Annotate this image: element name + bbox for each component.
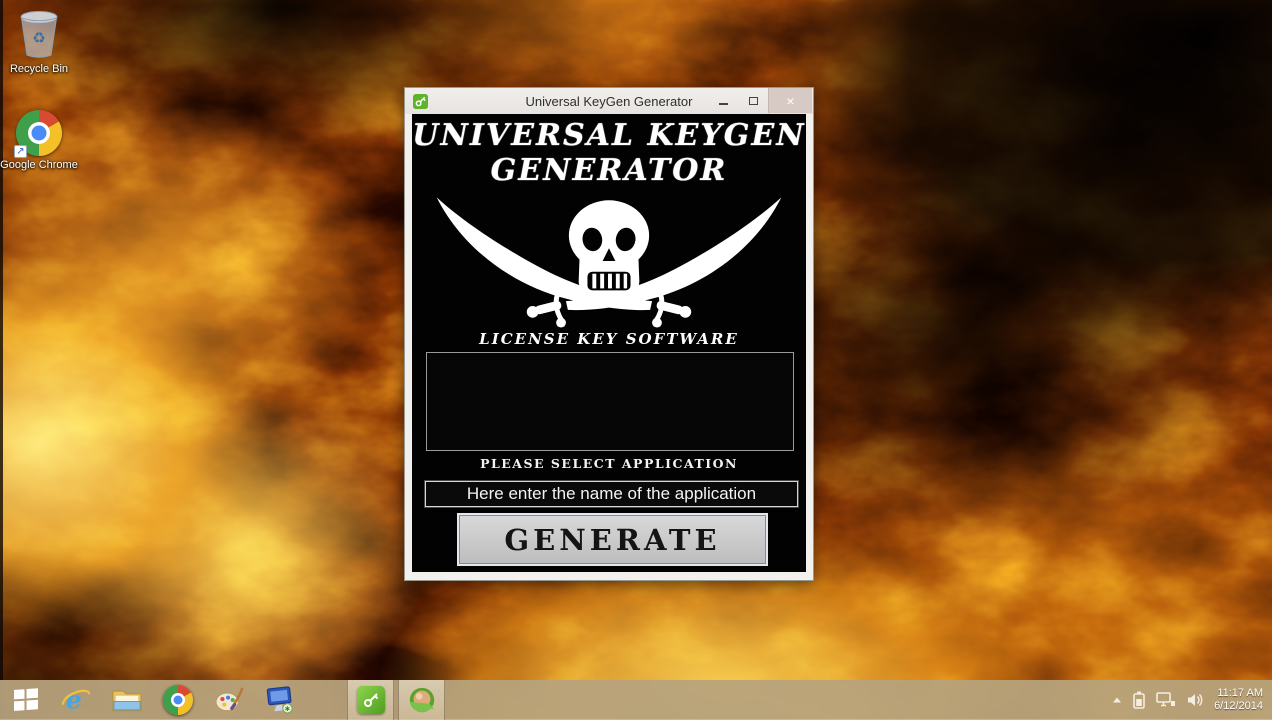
key-output-box[interactable]	[426, 352, 794, 451]
internet-explorer-icon: e	[61, 685, 90, 714]
titlebar[interactable]: Universal KeyGen Generator ×	[405, 88, 813, 114]
computer-icon: ✱	[266, 686, 293, 714]
shortcut-arrow-icon: ↗	[14, 145, 27, 158]
screen-edge-artifact	[0, 0, 3, 720]
file-explorer-icon	[111, 690, 142, 712]
volume-icon[interactable]	[1187, 692, 1203, 708]
minimize-icon	[718, 103, 728, 105]
taskbar-clock[interactable]: 11:17 AM 6/12/2014	[1214, 687, 1263, 713]
taskbar-item-computer[interactable]: ✱	[256, 680, 303, 720]
generate-button[interactable]: GENERATE	[459, 515, 766, 564]
pirate-skull-crossed-swords-icon	[436, 197, 782, 328]
taskbar-item-download-manager[interactable]	[398, 680, 445, 720]
taskbar-item-internet-explorer[interactable]: e	[52, 680, 99, 720]
taskbar-item-file-explorer[interactable]	[103, 680, 150, 720]
maximize-icon	[748, 96, 758, 105]
download-manager-icon	[409, 687, 434, 713]
keygen-heading: UNIVERSAL KEYGEN GENERATOR	[412, 118, 806, 188]
select-application-label: PLEASE SELECT APPLICATION	[480, 456, 738, 471]
desktop-icon-label: Google Chrome	[0, 159, 78, 171]
minimize-button[interactable]	[708, 88, 738, 113]
close-button[interactable]: ×	[768, 88, 812, 113]
recycle-bin-icon: ♻	[20, 11, 58, 58]
keygen-app-icon	[356, 686, 385, 714]
svg-text:♻: ♻	[32, 29, 45, 47]
svg-text:e: e	[65, 685, 81, 714]
google-chrome-icon	[162, 685, 193, 715]
battery-icon[interactable]	[1133, 691, 1145, 709]
chrome-icon: ↗	[14, 110, 62, 158]
desktop-icon-google-chrome[interactable]: ↗ Google Chrome	[0, 110, 78, 171]
desktop-icon-label: Recycle Bin	[9, 63, 69, 75]
paint-icon	[214, 687, 243, 712]
windows-start-icon	[14, 688, 38, 711]
network-icon[interactable]	[1156, 692, 1176, 708]
maximize-button[interactable]	[738, 88, 768, 113]
application-name-input[interactable]	[425, 481, 798, 507]
system-tray: 11:17 AM 6/12/2014	[1112, 687, 1272, 713]
taskbar-item-keygen-app[interactable]	[347, 680, 394, 720]
clock-date: 6/12/2014	[1214, 700, 1263, 712]
taskbar: e ✱ 11:17 AM 6/12/2014	[0, 680, 1272, 720]
taskbar-item-paint[interactable]	[205, 680, 252, 720]
start-button[interactable]	[0, 680, 52, 720]
svg-text:✱: ✱	[284, 705, 289, 713]
desktop-icon-recycle-bin[interactable]: ♻ Recycle Bin	[0, 10, 78, 75]
heading-line1: UNIVERSAL KEYGEN	[412, 118, 806, 153]
taskbar-item-google-chrome[interactable]	[154, 680, 201, 720]
keygen-window: Universal KeyGen Generator × UNIVERSAL K…	[404, 87, 814, 581]
clock-time: 11:17 AM	[1217, 687, 1263, 699]
hidden-icons-arrow-icon[interactable]	[1112, 696, 1122, 704]
window-client-area: UNIVERSAL KEYGEN GENERATOR LICENSE KEY S…	[412, 114, 806, 572]
heading-line2: GENERATOR	[490, 153, 728, 188]
app-icon	[413, 93, 428, 109]
logo-caption: LICENSE KEY SOFTWARE	[479, 330, 739, 348]
